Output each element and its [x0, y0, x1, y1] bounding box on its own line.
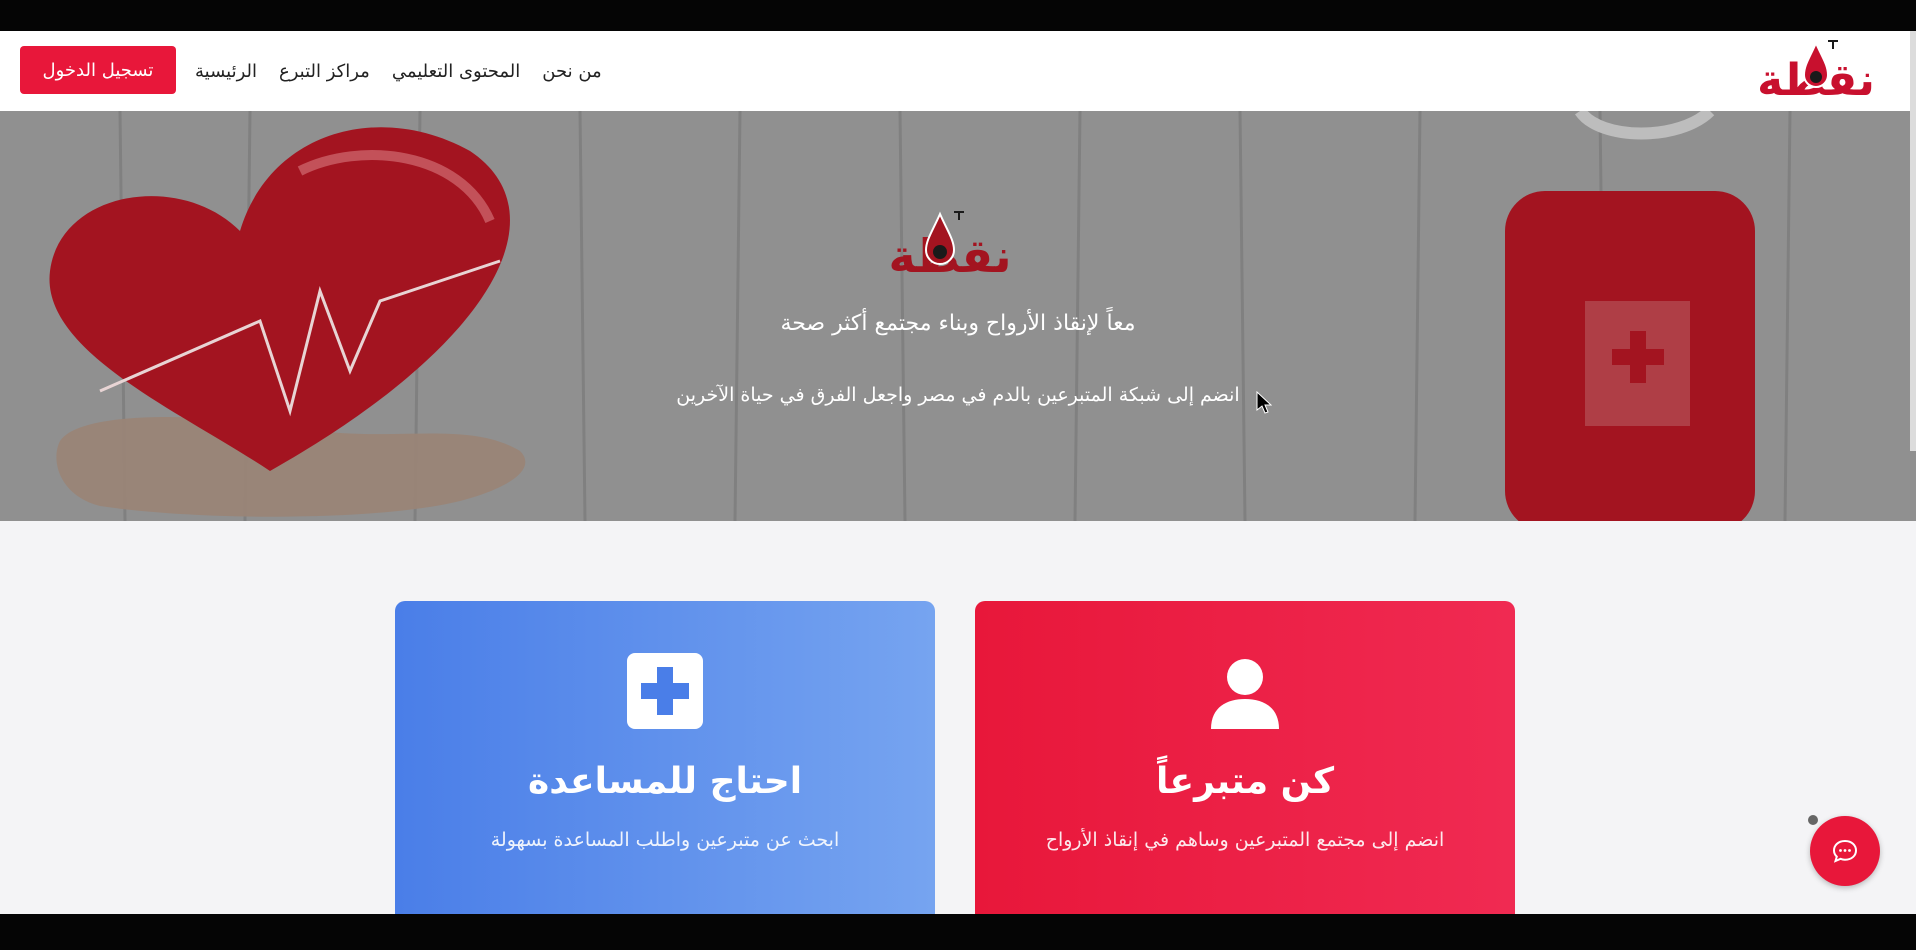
hero-title: معاً لإنقاذ الأرواح وبناء مجتمع أكثر صحة	[780, 311, 1136, 336]
chat-icon	[1832, 839, 1858, 863]
hero-logo: نقطة	[888, 211, 1012, 283]
nav-links: الرئيسية مراكز التبرع المحتوى التعليمي م…	[195, 31, 602, 111]
mouse-cursor-icon	[1256, 391, 1272, 414]
nav-link-about-us[interactable]: من نحن	[542, 61, 601, 82]
scrollbar-thumb[interactable]	[1910, 31, 1916, 451]
need-help-title: احتاج للمساعدة	[527, 761, 803, 802]
need-help-card[interactable]: احتاج للمساعدة ابحث عن متبرعين واطلب الم…	[395, 601, 935, 914]
chat-status-dot	[1808, 815, 1818, 825]
page: تسجيل الدخول الرئيسية مراكز التبرع المحت…	[0, 31, 1916, 914]
nav-link-home[interactable]: الرئيسية	[195, 61, 257, 82]
brand-logo[interactable]: نقطة	[1746, 37, 1886, 107]
login-button[interactable]: تسجيل الدخول	[20, 46, 176, 94]
user-icon	[1211, 659, 1279, 729]
screen-top-bar	[0, 0, 1916, 31]
navbar: تسجيل الدخول الرئيسية مراكز التبرع المحت…	[0, 31, 1916, 111]
hero-banner: نقطة معاً لإنقاذ الأرواح وبناء مجتمع أكث…	[0, 111, 1916, 521]
nav-link-educational-content[interactable]: المحتوى التعليمي	[392, 61, 520, 82]
hero-subtitle: انضم إلى شبكة المتبرعين بالدم في مصر واج…	[676, 384, 1240, 406]
become-donor-card[interactable]: كن متبرعاً انضم إلى مجتمع المتبرعين وساه…	[975, 601, 1515, 914]
become-donor-text: انضم إلى مجتمع المتبرعين وساهم في إنقاذ …	[1045, 829, 1445, 851]
need-help-text: ابحث عن متبرعين واطلب المساعدة بسهولة	[490, 829, 840, 851]
nav-link-donation-centers[interactable]: مراكز التبرع	[279, 61, 370, 82]
chat-button[interactable]	[1810, 816, 1880, 886]
medical-cross-icon	[627, 653, 703, 729]
screen-bottom-bar	[0, 914, 1916, 950]
become-donor-title: كن متبرعاً	[1155, 761, 1335, 802]
